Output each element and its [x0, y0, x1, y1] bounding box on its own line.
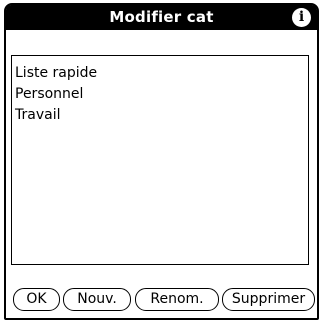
info-icon[interactable]: i [292, 8, 311, 27]
dialog-titlebar: Modifier cat i [6, 5, 317, 30]
rename-button[interactable]: Renom. [135, 288, 219, 311]
ok-button[interactable]: OK [13, 288, 60, 311]
list-item-liste-rapide[interactable]: Liste rapide [15, 63, 305, 84]
list-item-personnel[interactable]: Personnel [15, 84, 305, 105]
category-list[interactable]: Liste rapide Personnel Travail [11, 55, 309, 265]
new-button[interactable]: Nouv. [63, 288, 131, 311]
dialog-title: Modifier cat [109, 8, 214, 26]
delete-button[interactable]: Supprimer [222, 288, 315, 311]
list-item-travail[interactable]: Travail [15, 105, 305, 126]
